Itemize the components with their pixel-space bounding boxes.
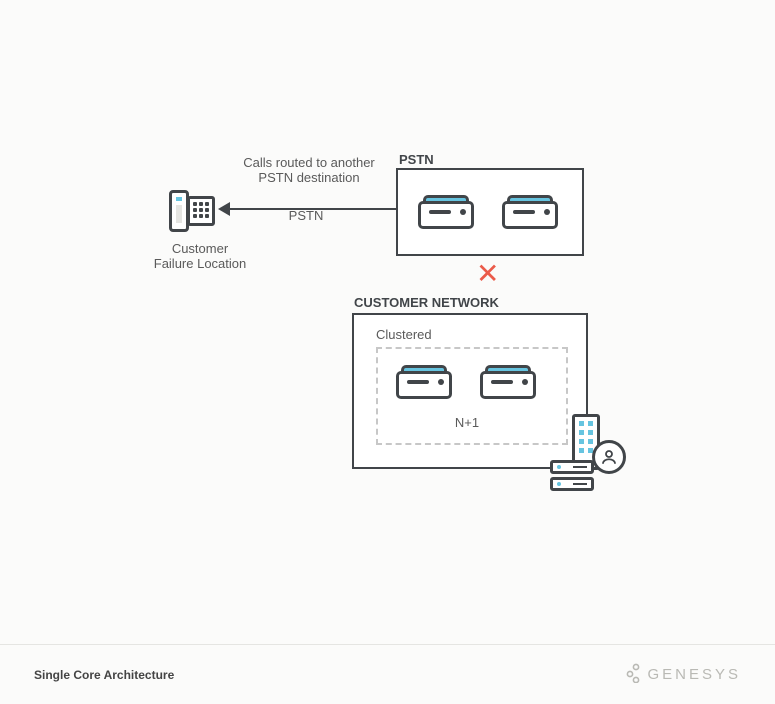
footer-title: Single Core Architecture	[34, 668, 174, 682]
arrow-head-icon	[218, 202, 230, 216]
drive-icon	[418, 195, 474, 229]
failure-x-icon: ✕	[476, 260, 499, 288]
clustered-label: Clustered	[376, 327, 432, 342]
user-icon	[592, 440, 626, 474]
phone-icon	[169, 190, 217, 232]
pstn-box-label: PSTN	[399, 152, 434, 167]
nplus1-label: N+1	[442, 415, 492, 430]
genesys-wordmark: GENESYS	[647, 666, 741, 683]
customer-network-label: CUSTOMER NETWORK	[354, 295, 499, 310]
drive-icon	[480, 365, 536, 399]
genesys-mark-icon	[625, 663, 641, 687]
server-icon	[550, 460, 594, 494]
arrow-label-bottom: PSTN	[266, 208, 346, 223]
diagram-canvas: PSTN Calls routed to anotherPSTN destina…	[0, 0, 775, 704]
pstn-box	[396, 168, 584, 256]
arrow-label-top: Calls routed to anotherPSTN destination	[224, 155, 394, 185]
customer-network-box: Clustered N+1	[352, 313, 588, 469]
drive-icon	[396, 365, 452, 399]
genesys-logo: GENESYS	[625, 663, 741, 687]
customer-device-label: CustomerFailure Location	[133, 241, 267, 271]
drive-icon	[502, 195, 558, 229]
footer: Single Core Architecture GENESYS	[0, 644, 775, 704]
